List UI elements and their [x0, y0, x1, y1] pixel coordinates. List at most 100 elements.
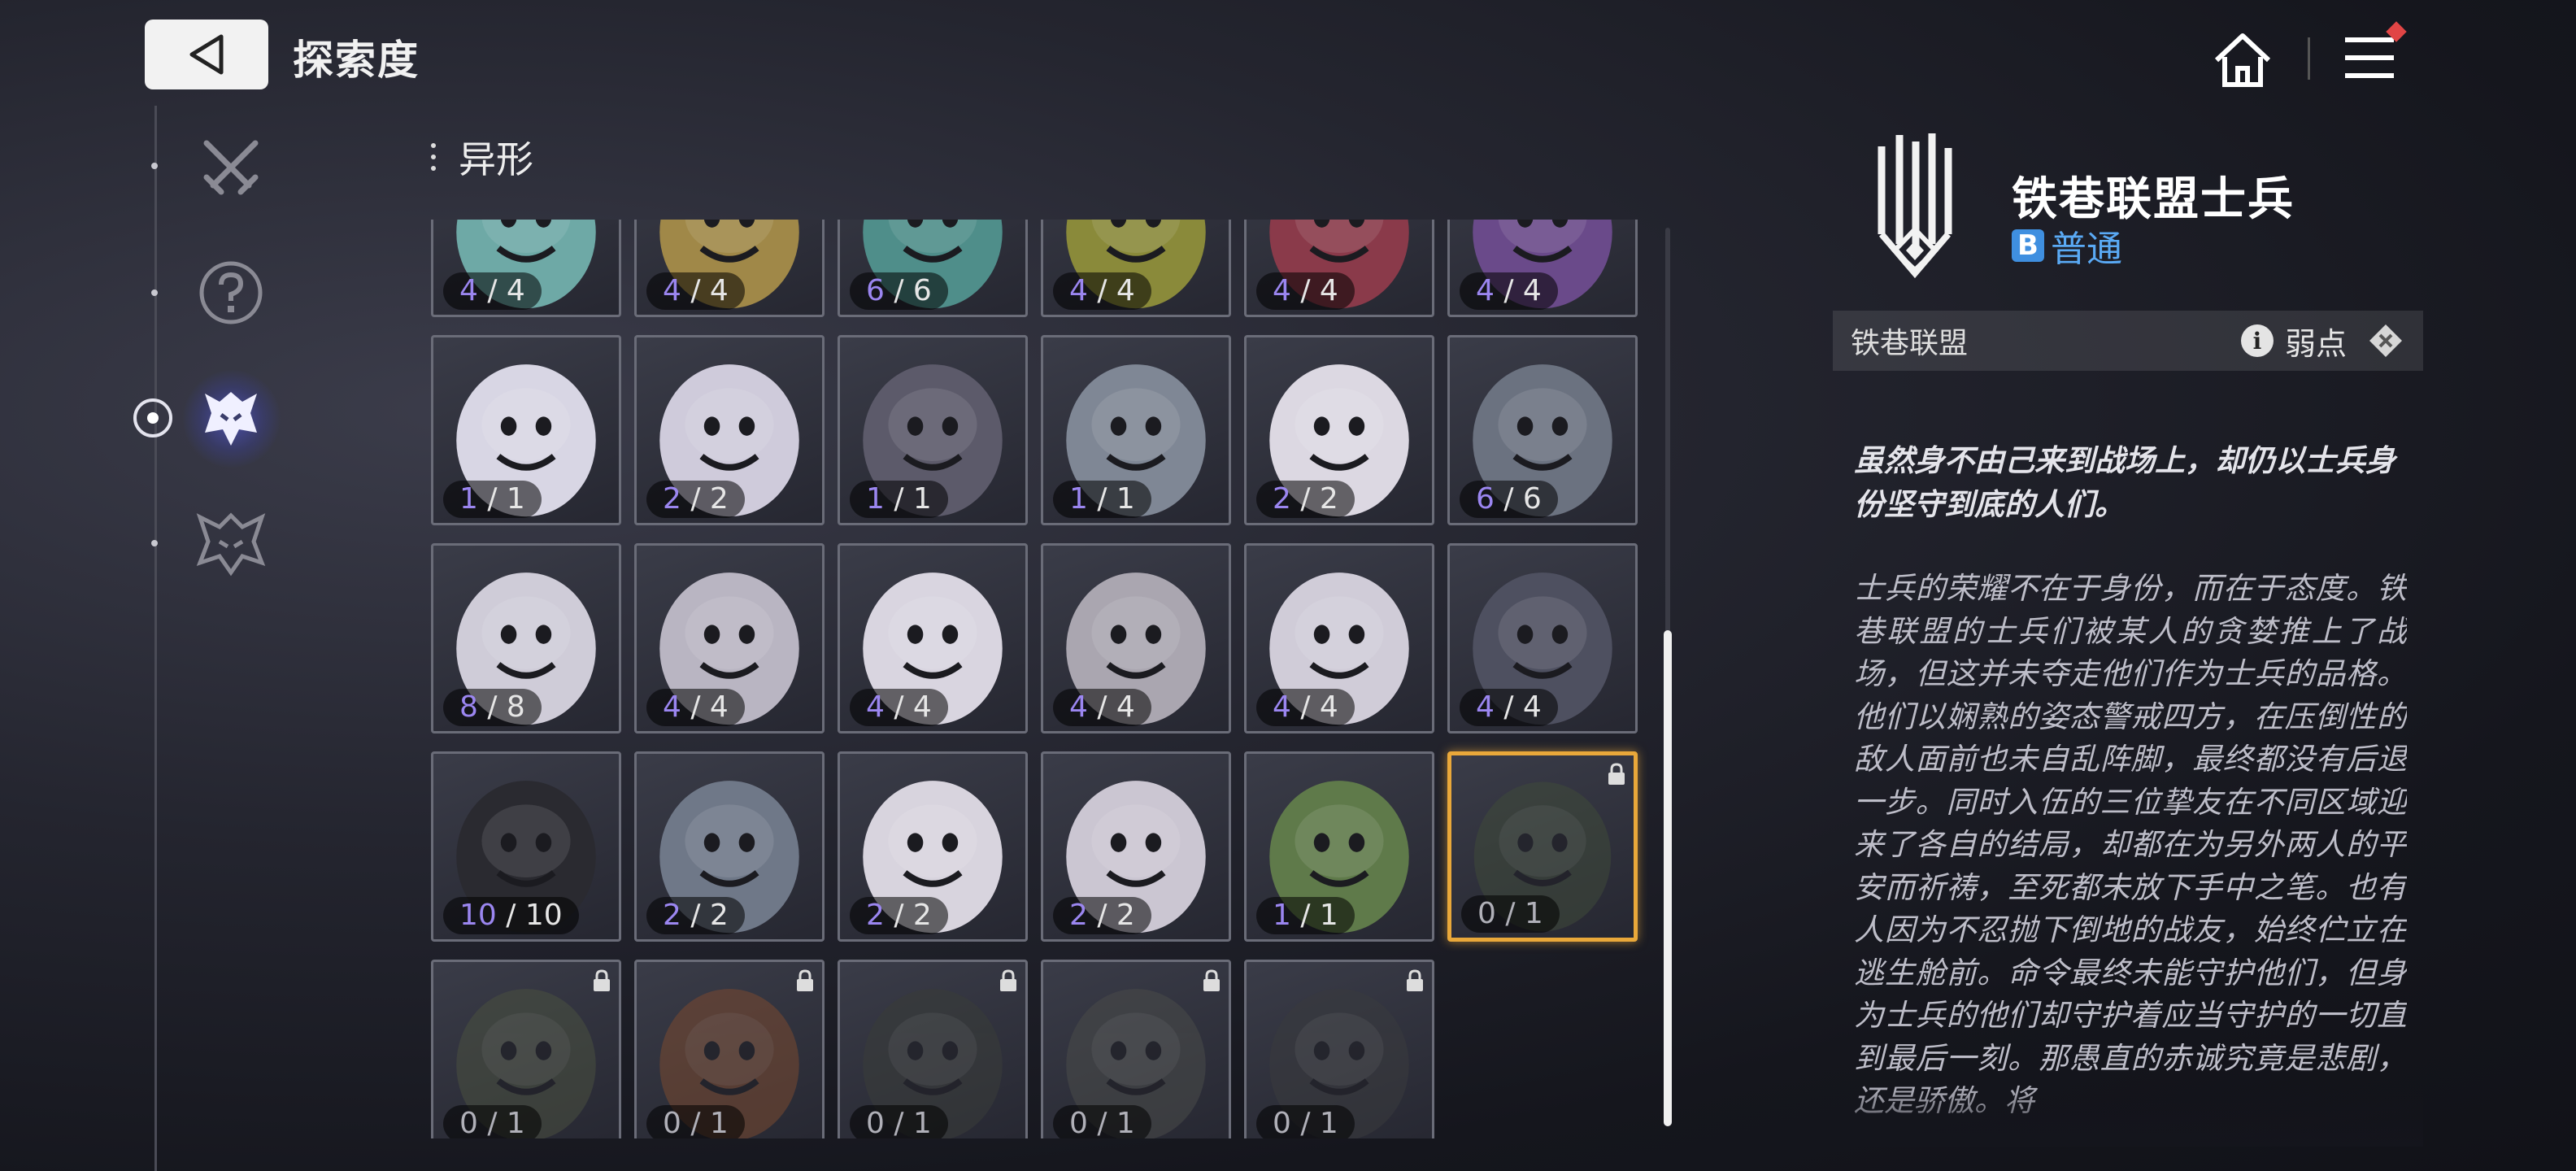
enemy-card[interactable]: 10 / 10 [431, 751, 621, 942]
enemy-card[interactable]: 0 / 1 [1244, 960, 1434, 1138]
count-separator: / [681, 482, 710, 516]
category-header: 异形 [431, 130, 533, 184]
enemy-card[interactable]: 4 / 4 [838, 543, 1028, 734]
enemy-card[interactable]: 2 / 2 [634, 751, 825, 942]
nav-tick [151, 163, 158, 169]
sidebar-item-aliens[interactable] [190, 377, 272, 459]
enemy-card[interactable]: 2 / 2 [1041, 751, 1231, 942]
collection-count: 2 / 2 [646, 481, 745, 518]
count-total: 10 [524, 899, 563, 932]
collection-count: 0 / 1 [443, 1105, 542, 1138]
count-separator: / [1290, 1107, 1320, 1138]
count-total: 4 [709, 690, 729, 724]
count-total: 6 [912, 274, 932, 307]
lock-icon [797, 969, 813, 991]
count-current: 0 [1273, 1107, 1291, 1138]
description-viewport[interactable]: 士兵的荣耀不在于身份，而在于态度。铁巷联盟的士兵们被某人的贪婪推上了战场，但这并… [1854, 568, 2407, 1137]
count-separator: / [681, 690, 710, 724]
enemy-card[interactable]: 0 / 1 [838, 960, 1028, 1138]
count-total: 1 [1319, 1107, 1338, 1138]
count-separator: / [477, 274, 507, 307]
count-separator: / [1087, 690, 1116, 724]
count-total: 1 [912, 482, 932, 516]
count-separator: / [1087, 274, 1116, 307]
back-button[interactable] [145, 20, 268, 89]
count-total: 4 [1522, 690, 1542, 724]
enemy-card[interactable]: 2 / 2 [838, 751, 1028, 942]
enemy-card[interactable]: 4 / 4 [1244, 543, 1434, 734]
collection-count: 4 / 4 [646, 689, 745, 726]
enemy-card[interactable]: 1 / 1 [838, 335, 1028, 525]
enemy-rank: B 普通 [2012, 220, 2122, 272]
collection-count: 4 / 4 [1460, 689, 1558, 726]
count-total: 1 [709, 1107, 729, 1138]
category-dots-icon [431, 143, 436, 171]
count-current: 0 [459, 1107, 478, 1138]
lock-icon [1608, 763, 1625, 785]
count-current: 0 [663, 1107, 681, 1138]
enemy-card[interactable]: 4 / 4 [1447, 543, 1638, 734]
count-total: 2 [912, 899, 932, 932]
sidebar-item-weapons[interactable] [190, 127, 272, 208]
count-current: 2 [663, 899, 681, 932]
count-current: 4 [1069, 690, 1088, 724]
count-total: 2 [709, 482, 729, 516]
collection-count: 0 / 1 [1256, 1105, 1355, 1138]
enemy-card[interactable]: 4 / 4 [1447, 220, 1638, 317]
enemy-card[interactable]: 2 / 2 [1244, 335, 1434, 525]
crest-icon [196, 512, 266, 577]
enemy-card[interactable]: 1 / 1 [1041, 335, 1231, 525]
enemy-card[interactable]: 1 / 1 [1244, 751, 1434, 942]
enemy-card[interactable]: 4 / 4 [431, 220, 621, 317]
count-current: 2 [866, 899, 885, 932]
enemy-card[interactable]: 0 / 1 [1041, 960, 1231, 1138]
enemy-card[interactable]: 0 / 1 [1447, 751, 1638, 942]
count-separator: / [1087, 482, 1116, 516]
enemy-card[interactable]: 0 / 1 [634, 960, 825, 1138]
count-total: 4 [506, 274, 525, 307]
sidebar-item-factions[interactable] [190, 503, 272, 584]
collection-count: 4 / 4 [646, 272, 745, 310]
count-total: 1 [912, 1107, 932, 1138]
collection-count: 0 / 1 [1461, 895, 1560, 933]
count-separator: / [496, 899, 525, 932]
count-current: 4 [866, 690, 885, 724]
collection-count: 4 / 4 [1053, 272, 1151, 310]
count-separator: / [1494, 274, 1523, 307]
lock-icon [1203, 969, 1220, 991]
count-current: 1 [866, 482, 885, 516]
enemy-card[interactable]: 4 / 4 [1041, 543, 1231, 734]
count-separator: / [477, 1107, 507, 1138]
count-total: 1 [506, 482, 525, 516]
enemy-card[interactable]: 4 / 4 [634, 220, 825, 317]
enemy-card[interactable]: 4 / 4 [634, 543, 825, 734]
count-separator: / [884, 690, 913, 724]
enemy-card[interactable]: 4 / 4 [1041, 220, 1231, 317]
scrollbar-thumb[interactable] [1664, 630, 1672, 1126]
sidebar-item-unknown[interactable] [190, 252, 272, 333]
enemy-card[interactable]: 6 / 6 [838, 220, 1028, 317]
category-label: 异形 [459, 137, 533, 181]
enemy-card[interactable]: 4 / 4 [1244, 220, 1434, 317]
enemy-card[interactable]: 8 / 8 [431, 543, 621, 734]
weakness-none-icon[interactable] [2368, 323, 2404, 359]
count-total: 2 [1319, 482, 1338, 516]
count-total: 1 [1319, 899, 1338, 932]
count-separator: / [681, 1107, 710, 1138]
count-separator: / [884, 274, 913, 307]
enemy-grid-viewport[interactable]: 4 / 44 / 46 / 64 / 44 / 44 / 41 / 12 / 2… [431, 220, 1651, 1138]
collection-count: 2 / 2 [1256, 481, 1355, 518]
enemy-card[interactable]: 6 / 6 [1447, 335, 1638, 525]
count-total: 2 [1116, 899, 1135, 932]
collection-count: 1 / 1 [443, 481, 542, 518]
lock-icon [594, 969, 610, 991]
count-separator: / [1087, 899, 1116, 932]
home-icon[interactable] [2210, 28, 2275, 93]
count-current: 1 [1273, 899, 1291, 932]
info-icon[interactable]: i [2240, 324, 2274, 357]
enemy-card[interactable]: 0 / 1 [431, 960, 621, 1138]
enemy-card[interactable]: 2 / 2 [634, 335, 825, 525]
count-separator: / [1290, 690, 1320, 724]
lock-icon [1407, 969, 1423, 991]
enemy-card[interactable]: 1 / 1 [431, 335, 621, 525]
